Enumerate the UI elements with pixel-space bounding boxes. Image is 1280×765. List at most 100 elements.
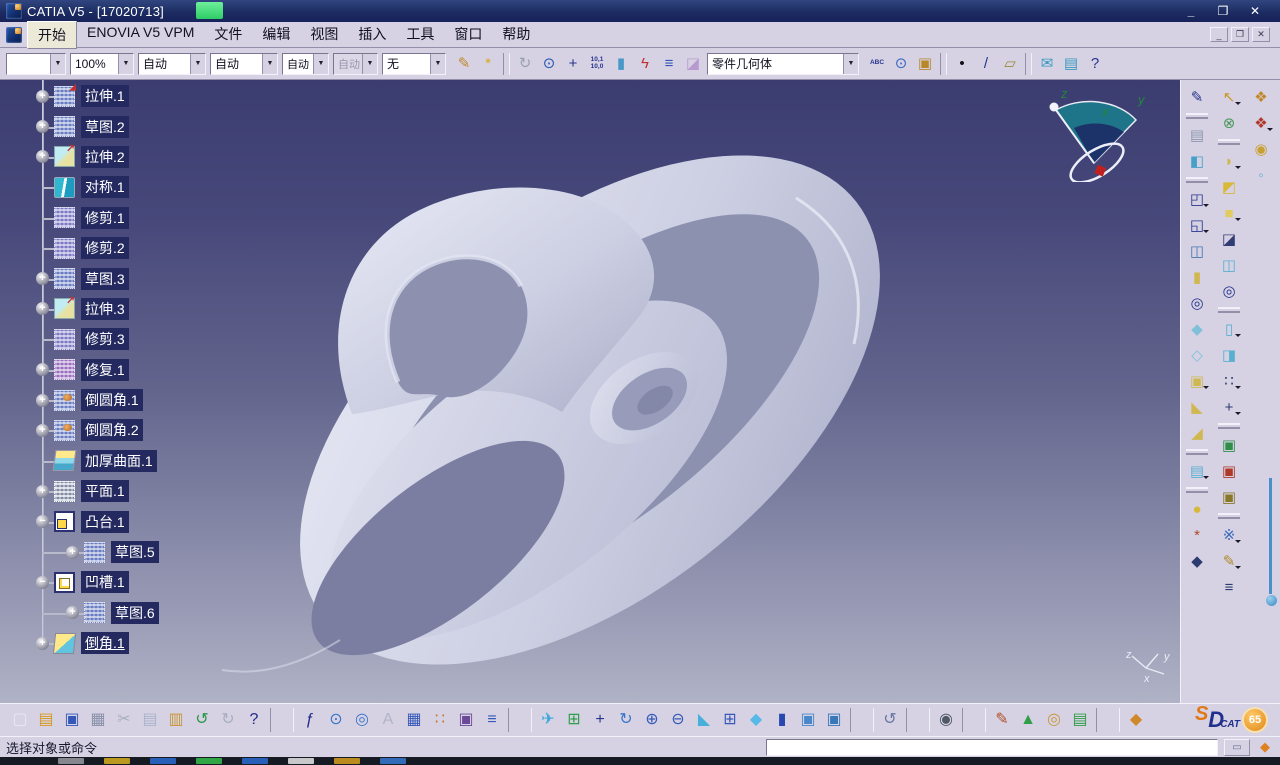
redo-icon[interactable]: ↻ — [216, 708, 240, 732]
balloon-icon[interactable]: ⊙ — [890, 53, 912, 75]
tree-item-icon[interactable] — [54, 359, 75, 380]
tree-item-fillet-1[interactable]: 倒圆角.1 — [28, 385, 268, 415]
tree-expander[interactable] — [66, 606, 79, 619]
cylinder-view-icon[interactable]: ▮ — [770, 708, 794, 732]
taskbar-app[interactable] — [58, 758, 84, 764]
toolbar-overflow-slider[interactable] — [1266, 478, 1275, 606]
tree-item-plane-1[interactable]: 平面.1 — [28, 476, 268, 506]
eraser-icon[interactable]: ◪ — [682, 53, 704, 75]
axis-system-icon[interactable]: + — [562, 53, 584, 75]
tree-item-label[interactable]: 倒圆角.1 — [81, 389, 143, 411]
scaling-icon[interactable]: + — [1217, 395, 1241, 419]
tree-item-fillet-2[interactable]: 倒圆角.2 — [28, 415, 268, 445]
tree-item-icon[interactable] — [54, 481, 75, 502]
surfaces-multi-icon[interactable]: ▤ — [1060, 53, 1082, 75]
split-icon[interactable]: ◫ — [1217, 253, 1241, 277]
toolbar-grip[interactable] — [1186, 113, 1208, 119]
sketch-analysis-icon[interactable]: ✎ — [1217, 549, 1241, 573]
lock-icon[interactable]: ▣ — [454, 708, 478, 732]
view-frame-icon[interactable]: ◧ — [1185, 149, 1209, 173]
constraint-bolt-icon[interactable]: ϟ — [634, 53, 656, 75]
toolbar-grip[interactable] — [1218, 513, 1240, 519]
tree-item-extrude-2[interactable]: 拉伸.2 — [28, 142, 268, 172]
shell-icon[interactable]: ▣ — [1185, 369, 1209, 393]
tree-item-icon[interactable] — [53, 450, 77, 471]
toolbar-grip[interactable] — [1186, 487, 1208, 493]
dress-up-icon[interactable]: ◗ — [1217, 149, 1241, 173]
free-style-icon[interactable]: ▤ — [1185, 123, 1209, 147]
close-surface-icon[interactable]: ● — [1185, 497, 1209, 521]
chamfer-tool-icon[interactable]: ◢ — [1185, 421, 1209, 445]
menu-edit[interactable]: 编辑 — [252, 21, 300, 49]
boolean-trim-icon[interactable]: ▣ — [1217, 485, 1241, 509]
restore-button[interactable]: ❐ — [1210, 3, 1236, 19]
undo-icon[interactable]: ↺ — [190, 708, 214, 732]
search-icon[interactable]: ◎ — [350, 708, 374, 732]
separator[interactable] — [850, 708, 874, 732]
zoom-out-icon[interactable]: ⊖ — [666, 708, 690, 732]
viewport-3d[interactable]: 拉伸.1 草图.2 拉伸.2 对称.1 修剪.1 修剪.2 — [0, 80, 1280, 703]
dimensions-icon[interactable]: 10,1 10,0 — [586, 53, 608, 75]
prism-icon[interactable]: ■ — [1217, 201, 1241, 225]
tree-item-heal-1[interactable]: 修复.1 — [28, 355, 268, 385]
menu-insert[interactable]: 插入 — [348, 21, 396, 49]
tree-expander[interactable] — [36, 120, 49, 133]
tree-item-label[interactable]: 对称.1 — [81, 176, 129, 198]
doc-close-button[interactable]: ✕ — [1252, 27, 1270, 42]
component-red-icon[interactable]: ❖ — [1249, 111, 1273, 135]
tree-item-extrude-3[interactable]: 拉伸.3 — [28, 294, 268, 324]
tree-expander[interactable] — [36, 150, 49, 163]
tree-item-icon[interactable] — [54, 177, 75, 198]
cut-icon[interactable]: ✂ — [112, 708, 136, 732]
tree-item-label[interactable]: 拉伸.2 — [81, 146, 129, 168]
tree-item-label[interactable]: 修剪.1 — [81, 207, 129, 229]
whats-this-icon[interactable]: ? — [242, 708, 266, 732]
separator[interactable] — [503, 53, 510, 75]
tree-item-icon[interactable] — [54, 329, 75, 350]
copy-icon[interactable]: ▤ — [138, 708, 162, 732]
tree-item-label[interactable]: 倒圆角.2 — [81, 419, 143, 441]
remove-face-icon[interactable]: ◆ — [1185, 549, 1209, 573]
tree-item-icon[interactable] — [54, 268, 75, 289]
catalog-icon[interactable]: ≡ — [1217, 575, 1241, 599]
taskbar-app[interactable] — [288, 758, 314, 764]
translate-icon[interactable]: ▯ — [1217, 317, 1241, 341]
pattern-icon[interactable]: ∷ — [1217, 369, 1241, 393]
tree-item-icon[interactable] — [54, 420, 75, 441]
tree-expander[interactable] — [36, 90, 49, 103]
toolbar-grip[interactable] — [1218, 307, 1240, 313]
tree-item-label[interactable]: 修剪.3 — [81, 328, 129, 350]
save-icon[interactable]: ▣ — [60, 708, 84, 732]
table-icon[interactable]: ▦ — [402, 708, 426, 732]
shaft-icon[interactable]: ▮ — [1185, 265, 1209, 289]
tools-gear-icon[interactable]: ⊗ — [1217, 111, 1241, 135]
mirror-icon[interactable]: ◨ — [1217, 343, 1241, 367]
flag-icon[interactable]: ▲ — [1016, 708, 1040, 732]
toolbar-grip[interactable] — [1218, 423, 1240, 429]
separator[interactable] — [508, 708, 532, 732]
separator[interactable] — [940, 53, 947, 75]
menu-view[interactable]: 视图 — [300, 21, 348, 49]
tree-item-icon[interactable] — [54, 86, 75, 107]
command-display-icon[interactable]: ▭ — [1224, 739, 1250, 756]
slider-handle[interactable] — [1266, 595, 1277, 606]
spheres-small-icon[interactable]: ◦ — [1249, 163, 1273, 187]
menu-enovia[interactable]: ENOVIA V5 VPM — [77, 21, 204, 49]
tree-expander[interactable] — [36, 394, 49, 407]
chevron-down-icon[interactable]: ▼ — [262, 54, 277, 74]
tree-item-sketch-2[interactable]: 草图.2 — [28, 111, 268, 141]
tree-item-label[interactable]: 修复.1 — [81, 359, 129, 381]
draft-icon[interactable]: ◣ — [1185, 395, 1209, 419]
tree-item-icon[interactable] — [84, 602, 105, 623]
new-file-icon[interactable]: ▢ — [8, 708, 32, 732]
tree-item-icon[interactable] — [54, 572, 75, 593]
stiffener-icon[interactable]: ◇ — [1185, 343, 1209, 367]
tree-item-icon[interactable] — [53, 633, 76, 654]
formula-icon[interactable]: ƒ — [298, 708, 322, 732]
knowledge-icon[interactable]: ※ — [1217, 523, 1241, 547]
doc-minimize-button[interactable]: _ — [1210, 27, 1228, 42]
view-compass[interactable]: z x y — [1040, 86, 1152, 182]
tree-item-icon[interactable] — [54, 238, 75, 259]
iso-view-icon[interactable]: ◆ — [744, 708, 768, 732]
tree-item-icon[interactable] — [54, 511, 75, 532]
